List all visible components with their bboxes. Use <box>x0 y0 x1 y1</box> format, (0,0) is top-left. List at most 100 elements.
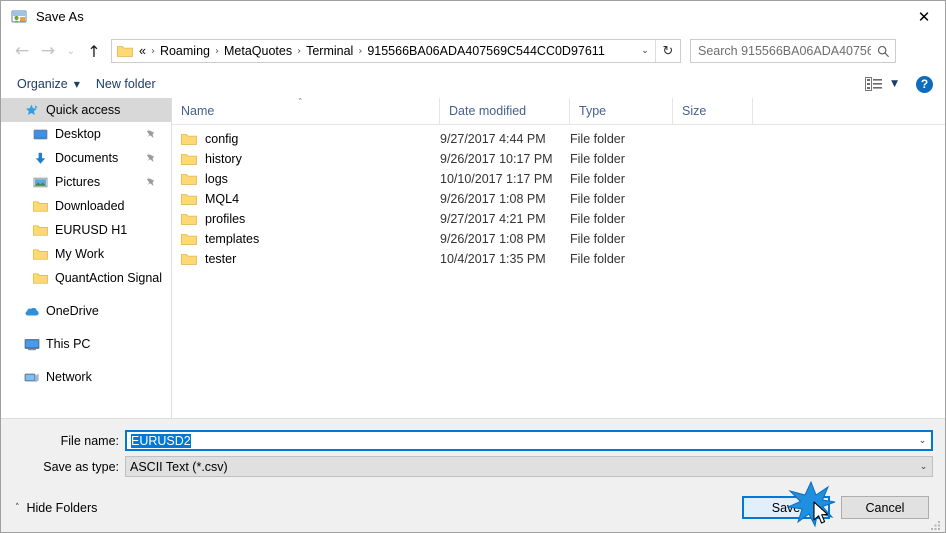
file-type-cell: File folder <box>570 232 625 246</box>
column-header-date-modified[interactable]: Date modified <box>440 98 570 124</box>
sidebar-item-my-work[interactable]: My Work <box>1 242 171 266</box>
file-name-cell: logs <box>172 172 440 186</box>
view-dropdown-button[interactable]: ▼ <box>891 79 898 89</box>
sidebar-divider <box>1 290 171 299</box>
file-type-cell: File folder <box>570 252 625 266</box>
address-bar[interactable]: « › Roaming › MetaQuotes › Terminal › 91… <box>111 39 681 63</box>
breadcrumb-item-1[interactable]: Roaming <box>156 44 214 58</box>
table-row[interactable]: profiles 9/27/2017 4:21 PM File folder <box>172 209 945 229</box>
help-button[interactable]: ? <box>916 75 933 93</box>
file-name-value: EURUSD2 <box>127 433 914 448</box>
table-row[interactable]: templates 9/26/2017 1:08 PM File folder <box>172 229 945 249</box>
sidebar-item-onedrive[interactable]: OneDrive <box>1 299 171 323</box>
recent-locations-button[interactable]: ⌄ <box>61 38 81 64</box>
chevron-down-icon[interactable]: ⌄ <box>915 462 932 472</box>
folder-icon <box>32 198 49 215</box>
folder-icon <box>32 270 49 287</box>
column-header-size[interactable]: Size <box>673 98 753 124</box>
forward-button[interactable]: → <box>35 38 61 64</box>
file-type-cell: File folder <box>570 132 625 146</box>
folder-icon <box>181 153 197 166</box>
save-button[interactable]: Save <box>742 496 830 519</box>
close-icon[interactable]: ✕ <box>901 1 945 32</box>
breadcrumb-item-2[interactable]: MetaQuotes <box>220 44 296 58</box>
folder-icon <box>181 173 197 186</box>
file-type-cell: File folder <box>570 212 625 226</box>
sidebar-item-documents[interactable]: Documents <box>1 146 171 170</box>
file-type-cell: File folder <box>570 152 625 166</box>
folder-icon <box>117 45 133 58</box>
file-date-cell: 10/10/2017 1:17 PM <box>440 172 553 186</box>
save-as-icon <box>11 9 27 25</box>
new-folder-button[interactable]: New folder <box>96 77 156 91</box>
file-name-input[interactable]: EURUSD2 ⌄ <box>125 430 933 451</box>
hide-folders-button[interactable]: ˄ Hide Folders <box>15 501 97 515</box>
file-name-row: File name: EURUSD2 ⌄ <box>1 430 933 451</box>
breadcrumb-item-3[interactable]: Terminal <box>302 44 357 58</box>
table-row[interactable]: tester 10/4/2017 1:35 PM File folder <box>172 249 945 269</box>
sidebar-item-eurusd-h1[interactable]: EURUSD H1 <box>1 218 171 242</box>
file-date-cell: 10/4/2017 1:35 PM <box>440 252 546 266</box>
folder-icon <box>32 222 49 239</box>
file-name-label: MQL4 <box>205 192 240 206</box>
chevron-down-icon[interactable]: ⌄ <box>635 46 655 56</box>
navigation-bar: ← → ⌄ ↑ « › Roaming › MetaQuotes › Termi… <box>1 32 945 70</box>
sidebar-item-quick-access[interactable]: Quick access <box>1 98 171 122</box>
pin-icon[interactable] <box>146 129 157 140</box>
up-button[interactable]: ↑ <box>81 38 107 64</box>
back-button[interactable]: ← <box>9 38 35 64</box>
folder-icon <box>181 253 197 266</box>
folder-icon <box>181 193 197 206</box>
sidebar-item-label: QuantAction Signal <box>55 271 163 285</box>
file-name-label: config <box>205 132 239 146</box>
sidebar-item-pictures[interactable]: Pictures <box>1 170 171 194</box>
star-pin-icon <box>23 102 40 119</box>
sidebar-item-quantaction-signal[interactable]: QuantAction Signal <box>1 266 171 290</box>
file-list-pane: Name ˄ Date modified Type Size config 9/… <box>172 98 945 418</box>
sidebar-item-desktop[interactable]: Desktop <box>1 122 171 146</box>
pin-icon[interactable] <box>146 153 157 164</box>
file-name-label: profiles <box>205 212 246 226</box>
file-name-label: logs <box>205 172 228 186</box>
organize-button[interactable]: Organize ▼ <box>17 77 80 91</box>
search-placeholder: Search 915566BA06ADA40756... <box>698 44 871 58</box>
column-header-type[interactable]: Type <box>570 98 673 124</box>
sidebar-item-downloaded[interactable]: Downloaded <box>1 194 171 218</box>
pin-icon[interactable] <box>146 177 157 188</box>
file-date-cell: 9/26/2017 1:08 PM <box>440 192 546 206</box>
sidebar-item-label: EURUSD H1 <box>55 223 128 237</box>
breadcrumb-item-4[interactable]: 915566BA06ADA407569C544CC0D97611 <box>363 44 608 58</box>
table-row[interactable]: config 9/27/2017 4:44 PM File folder <box>172 129 945 149</box>
chevron-up-icon: ˄ <box>15 503 20 513</box>
file-name-cell: config <box>172 132 440 146</box>
table-row[interactable]: MQL4 9/26/2017 1:08 PM File folder <box>172 189 945 209</box>
refresh-icon[interactable]: ↻ <box>655 40 680 62</box>
file-name-selected-text: EURUSD2 <box>131 433 191 448</box>
file-name-label: tester <box>205 252 237 266</box>
save-as-type-select[interactable]: ASCII Text (*.csv) ⌄ <box>125 456 933 477</box>
sidebar-item-label: Documents <box>55 151 119 165</box>
title-bar: Save As ✕ <box>1 1 945 32</box>
file-name-label: history <box>205 152 242 166</box>
folder-icon <box>181 213 197 226</box>
folder-icon <box>181 233 197 246</box>
sidebar-item-label: Network <box>46 370 92 384</box>
sidebar-divider <box>1 323 171 332</box>
cancel-button[interactable]: Cancel <box>841 496 929 519</box>
chevron-down-icon[interactable]: ⌄ <box>914 436 931 446</box>
resize-grip[interactable] <box>930 519 943 532</box>
breadcrumb-item-0[interactable]: « <box>135 44 150 58</box>
sidebar-item-label: OneDrive <box>46 304 99 318</box>
list-view-icon[interactable] <box>865 77 883 91</box>
folder-icon <box>181 133 197 146</box>
table-row[interactable]: history 9/26/2017 10:17 PM File folder <box>172 149 945 169</box>
pictures-icon <box>32 174 49 191</box>
sidebar-item-label: This PC <box>46 337 91 351</box>
search-input[interactable]: Search 915566BA06ADA40756... <box>690 39 896 63</box>
sidebar-item-network[interactable]: Network <box>1 365 171 389</box>
table-row[interactable]: logs 10/10/2017 1:17 PM File folder <box>172 169 945 189</box>
file-name-cell: MQL4 <box>172 192 440 206</box>
sidebar-item-this-pc[interactable]: This PC <box>1 332 171 356</box>
column-header-name[interactable]: Name ˄ <box>172 98 440 124</box>
onedrive-icon <box>23 303 40 320</box>
